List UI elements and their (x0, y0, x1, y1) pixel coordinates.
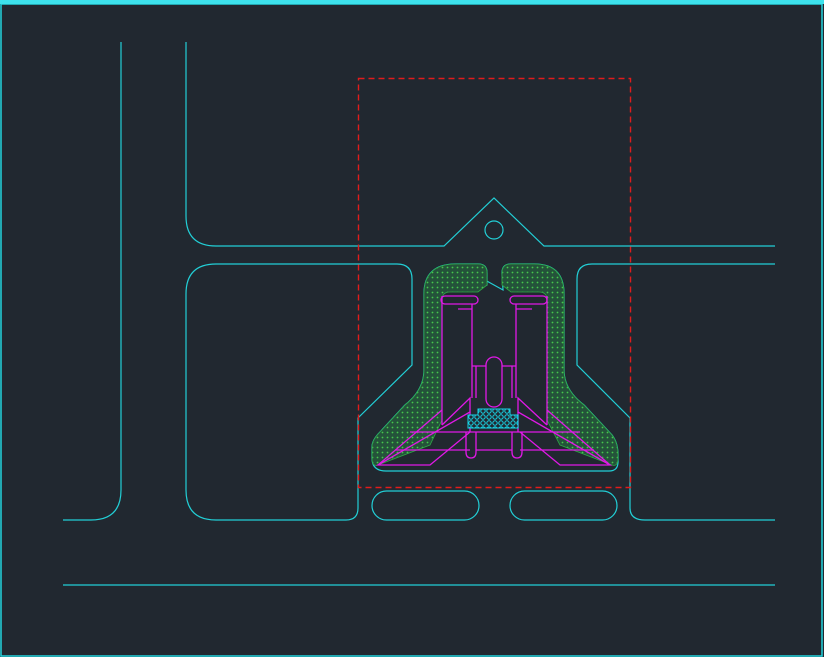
left-block (185, 263, 413, 521)
cell-hatch-block (467, 408, 519, 429)
upper-road-edge (185, 42, 775, 247)
bottom-legs (465, 432, 523, 459)
drawing-canvas[interactable] (0, 0, 824, 657)
slot-left (371, 490, 480, 521)
hatch-region (371, 263, 619, 466)
left-clip-head (440, 295, 479, 305)
circle-hole-icon (484, 220, 504, 240)
right-clip-head (509, 295, 548, 305)
cad-viewport[interactable] (0, 0, 824, 657)
viewport-top-edge (0, 0, 824, 4)
center-post (485, 356, 503, 408)
slot-right (509, 490, 618, 521)
center-bracket (472, 365, 516, 398)
left-road-curve (63, 42, 122, 521)
right-block (576, 263, 775, 521)
right-leg (515, 296, 548, 425)
left-leg (441, 296, 473, 425)
